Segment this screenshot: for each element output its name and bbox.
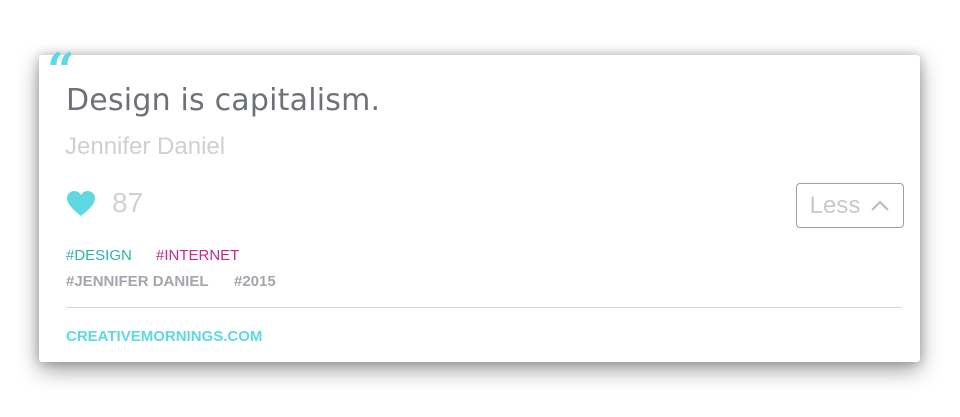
less-button[interactable]: Less [796, 183, 904, 228]
like-count: 87 [112, 187, 144, 218]
chevron-up-icon [870, 200, 890, 212]
quote-text: Design is capitalism. [66, 83, 381, 118]
less-button-label: Less [809, 191, 861, 219]
tag-year[interactable]: #2015 [234, 273, 276, 290]
tag-design[interactable]: #DESIGN [66, 247, 132, 264]
quote-card: “ Design is capitalism. Jennifer Daniel … [39, 47, 920, 362]
like-button[interactable]: 87 [66, 186, 143, 220]
tag-speaker[interactable]: #JENNIFER DANIEL [66, 273, 209, 290]
quote-author: Jennifer Daniel [65, 133, 226, 160]
site-link[interactable]: CREATIVEMORNINGS.COM [66, 328, 262, 345]
heart-icon [66, 190, 96, 217]
divider [66, 307, 902, 308]
tag-internet[interactable]: #INTERNET [156, 247, 239, 264]
